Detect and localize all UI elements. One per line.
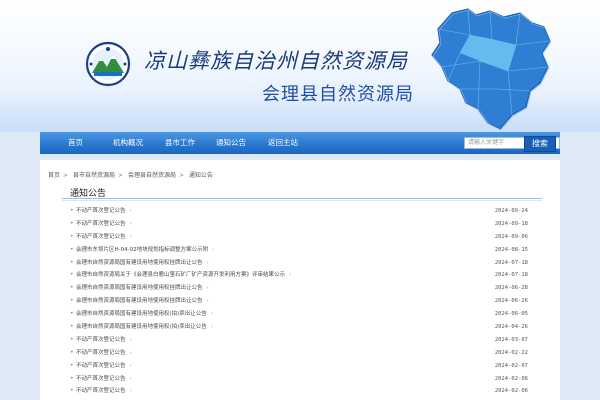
list-item[interactable]: • 不动产首次登记公告 › 2024-09-06	[64, 231, 536, 244]
notice-title[interactable]: 会理市东坝片区H-04-02地块规划指标调整方案公示附 ›	[76, 244, 214, 257]
chevron-right-icon: ›	[206, 285, 209, 292]
list-item[interactable]: • 不动产首次登记公告 › 2024-02-07	[64, 360, 536, 373]
list-item[interactable]: • 会理市自然资源局国有建设用地使用权挂牌出让公告 › 2024-06-26	[64, 295, 536, 308]
bullet-icon: •	[70, 271, 74, 279]
bullet-icon: •	[70, 335, 74, 343]
region-map-icon	[431, 8, 552, 131]
breadcrumb-huili-bureau[interactable]: 会理县自然资源局	[128, 172, 176, 179]
notice-title[interactable]: 会理市自然资源局国有建设用地使用权挂牌出让公告 ›	[76, 282, 209, 295]
notice-title[interactable]: 不动产首次登记公告 ›	[76, 231, 132, 244]
notice-list: • 不动产首次登记公告 › 2024-09-24 • 不动产首次登记公告 › 2024-09…	[64, 205, 536, 398]
notice-title[interactable]: 不动产首次登记公告 ›	[76, 334, 132, 347]
search-button[interactable]: 搜索	[524, 136, 556, 152]
list-item[interactable]: • 会理市自然资源局国有建设用地使用权挂牌出让公告 › 2024-07-18	[64, 257, 536, 270]
nav-item-county-work[interactable]: 县市工作	[165, 132, 195, 154]
notice-date: 2024-02-22	[494, 349, 528, 356]
list-item[interactable]: • 会理市自然资源局国有建设用地使用权(拍)卖出让公告 › 2024-04-26	[64, 321, 536, 334]
notice-date: 2024-08-15	[494, 246, 528, 253]
notice-date: 2024-02-06	[494, 388, 528, 395]
bullet-icon: •	[70, 361, 74, 369]
breadcrumb-separator: >	[63, 172, 69, 179]
notice-date: 2024-06-26	[494, 298, 528, 305]
notice-title[interactable]: 不动产首次登记公告 ›	[76, 360, 132, 373]
section-divider	[62, 198, 542, 199]
notice-title[interactable]: 不动产首次登记公告 ›	[76, 205, 132, 218]
notice-date: 2024-03-07	[494, 336, 528, 343]
chevron-right-icon: ›	[206, 298, 209, 305]
list-item[interactable]: • 不动产首次登记公告 › 2024-02-06	[64, 385, 536, 398]
notice-title[interactable]: 会理市自然资源局国有建设用地使用权挂牌出让公告 ›	[76, 257, 209, 270]
main-nav: 首页 机构概况 县市工作 通知公告 返回主站 请输入关键字 搜索	[40, 132, 560, 154]
nav-item-about[interactable]: 机构概况	[113, 132, 143, 154]
bullet-icon: •	[70, 310, 74, 318]
notice-title[interactable]: 不动产首次登记公告 ›	[76, 347, 132, 360]
chevron-right-icon: ›	[129, 375, 132, 382]
chevron-right-icon: ›	[129, 208, 132, 214]
chevron-right-icon: ›	[129, 233, 132, 240]
list-item[interactable]: • 会理市自然资源局关于《会理县白鹿山萤石矿厂矿产资源开发利用方案》评审结果公示 ›…	[64, 269, 536, 282]
emblem-logo-icon	[85, 41, 131, 87]
notice-date: 2024-09-18	[494, 220, 528, 227]
chevron-right-icon: ›	[129, 220, 132, 227]
nav-item-home[interactable]: 首页	[68, 132, 83, 154]
bullet-icon: •	[70, 297, 74, 305]
notice-date: 2024-07-18	[494, 259, 528, 266]
list-item[interactable]: • 不动产首次登记公告 › 2024-03-07	[64, 334, 536, 347]
notice-date: 2024-09-06	[494, 233, 528, 240]
header-banner: 凉山彝族自治州自然资源局 会理县自然资源局	[0, 0, 600, 132]
chevron-right-icon: ›	[212, 246, 215, 253]
chevron-right-icon: ›	[129, 362, 132, 369]
list-item[interactable]: • 不动产首次登记公告 › 2024-02-22	[64, 347, 536, 360]
notice-date: 2024-09-24	[494, 208, 528, 214]
breadcrumb-current: 通知公告	[188, 172, 213, 179]
page-title: 凉山彝族自治州自然资源局	[144, 49, 408, 73]
notice-date: 2024-06-05	[494, 311, 528, 318]
bullet-icon: •	[70, 232, 74, 240]
nav-item-back-main[interactable]: 返回主站	[268, 132, 298, 154]
bullet-icon: •	[70, 348, 74, 356]
section-divider-light	[62, 200, 542, 201]
list-item[interactable]: • 会理市东坝片区H-04-02地块规划指标调整方案公示附 › 2024-08-15	[64, 244, 536, 257]
chevron-right-icon: ›	[289, 272, 292, 279]
chevron-right-icon: ›	[129, 388, 132, 395]
chevron-right-icon: ›	[210, 324, 213, 331]
notice-date: 2024-07-18	[494, 272, 528, 279]
content-panel: 首页 > 县市自然资源局 > 会理县自然资源局 > 通知公告 通知公告 • 不动产首次登…	[40, 160, 560, 400]
bullet-icon: •	[70, 323, 74, 331]
breadcrumb-home[interactable]: 首页	[48, 172, 60, 179]
list-item[interactable]: • 不动产首次登记公告 › 2024-09-18	[64, 218, 536, 231]
list-item[interactable]: • 会理市自然资源局国有建设用地使用权(拍)卖出让公告 › 2024-06-05	[64, 308, 536, 321]
notice-date: 2024-04-26	[494, 324, 528, 331]
notice-title[interactable]: 会理市自然资源局国有建设用地使用权(拍)卖出让公告 ›	[76, 308, 213, 321]
notice-date: 2024-02-07	[494, 362, 528, 369]
nav-item-notices[interactable]: 通知公告	[216, 132, 246, 154]
bullet-icon: •	[70, 245, 74, 253]
chevron-right-icon: ›	[129, 349, 132, 356]
list-item[interactable]: • 会理市自然资源局国有建设用地使用权挂牌出让公告 › 2024-06-28	[64, 282, 536, 295]
breadcrumb-separator: >	[117, 172, 124, 179]
list-item[interactable]: • 不动产首次登记公告 › 2024-09-24	[64, 205, 536, 218]
notice-date: 2024-02-06	[494, 375, 528, 382]
chevron-right-icon: ›	[129, 336, 132, 343]
bullet-icon: •	[70, 284, 74, 292]
breadcrumb: 首页 > 县市自然资源局 > 会理县自然资源局 > 通知公告	[48, 170, 216, 179]
notice-title[interactable]: 会理市自然资源局国有建设用地使用权(拍)卖出让公告 ›	[76, 321, 213, 334]
notice-title[interactable]: 会理市自然资源局关于《会理县白鹿山萤石矿厂矿产资源开发利用方案》评审结果公示 ›	[76, 269, 291, 282]
bullet-icon: •	[70, 387, 74, 395]
list-item[interactable]: • 不动产首次登记公告 › 2024-02-06	[64, 373, 536, 386]
bullet-icon: •	[70, 374, 74, 382]
notice-title[interactable]: 不动产首次登记公告 ›	[76, 218, 132, 231]
notice-title[interactable]: 不动产首次登记公告 ›	[76, 373, 132, 386]
page-subtitle: 会理县自然资源局	[262, 84, 414, 105]
chevron-right-icon: ›	[210, 311, 213, 318]
breadcrumb-county-bureau[interactable]: 县市自然资源局	[73, 172, 115, 179]
notice-title[interactable]: 会理市自然资源局国有建设用地使用权挂牌出让公告 ›	[76, 295, 209, 308]
notice-date: 2024-06-28	[494, 285, 528, 292]
notice-title[interactable]: 不动产首次登记公告 ›	[76, 385, 132, 398]
bullet-icon: •	[70, 219, 74, 227]
chevron-right-icon: ›	[206, 259, 209, 266]
bullet-icon: •	[70, 258, 74, 266]
breadcrumb-separator: >	[178, 172, 184, 179]
bullet-icon: •	[70, 207, 74, 214]
